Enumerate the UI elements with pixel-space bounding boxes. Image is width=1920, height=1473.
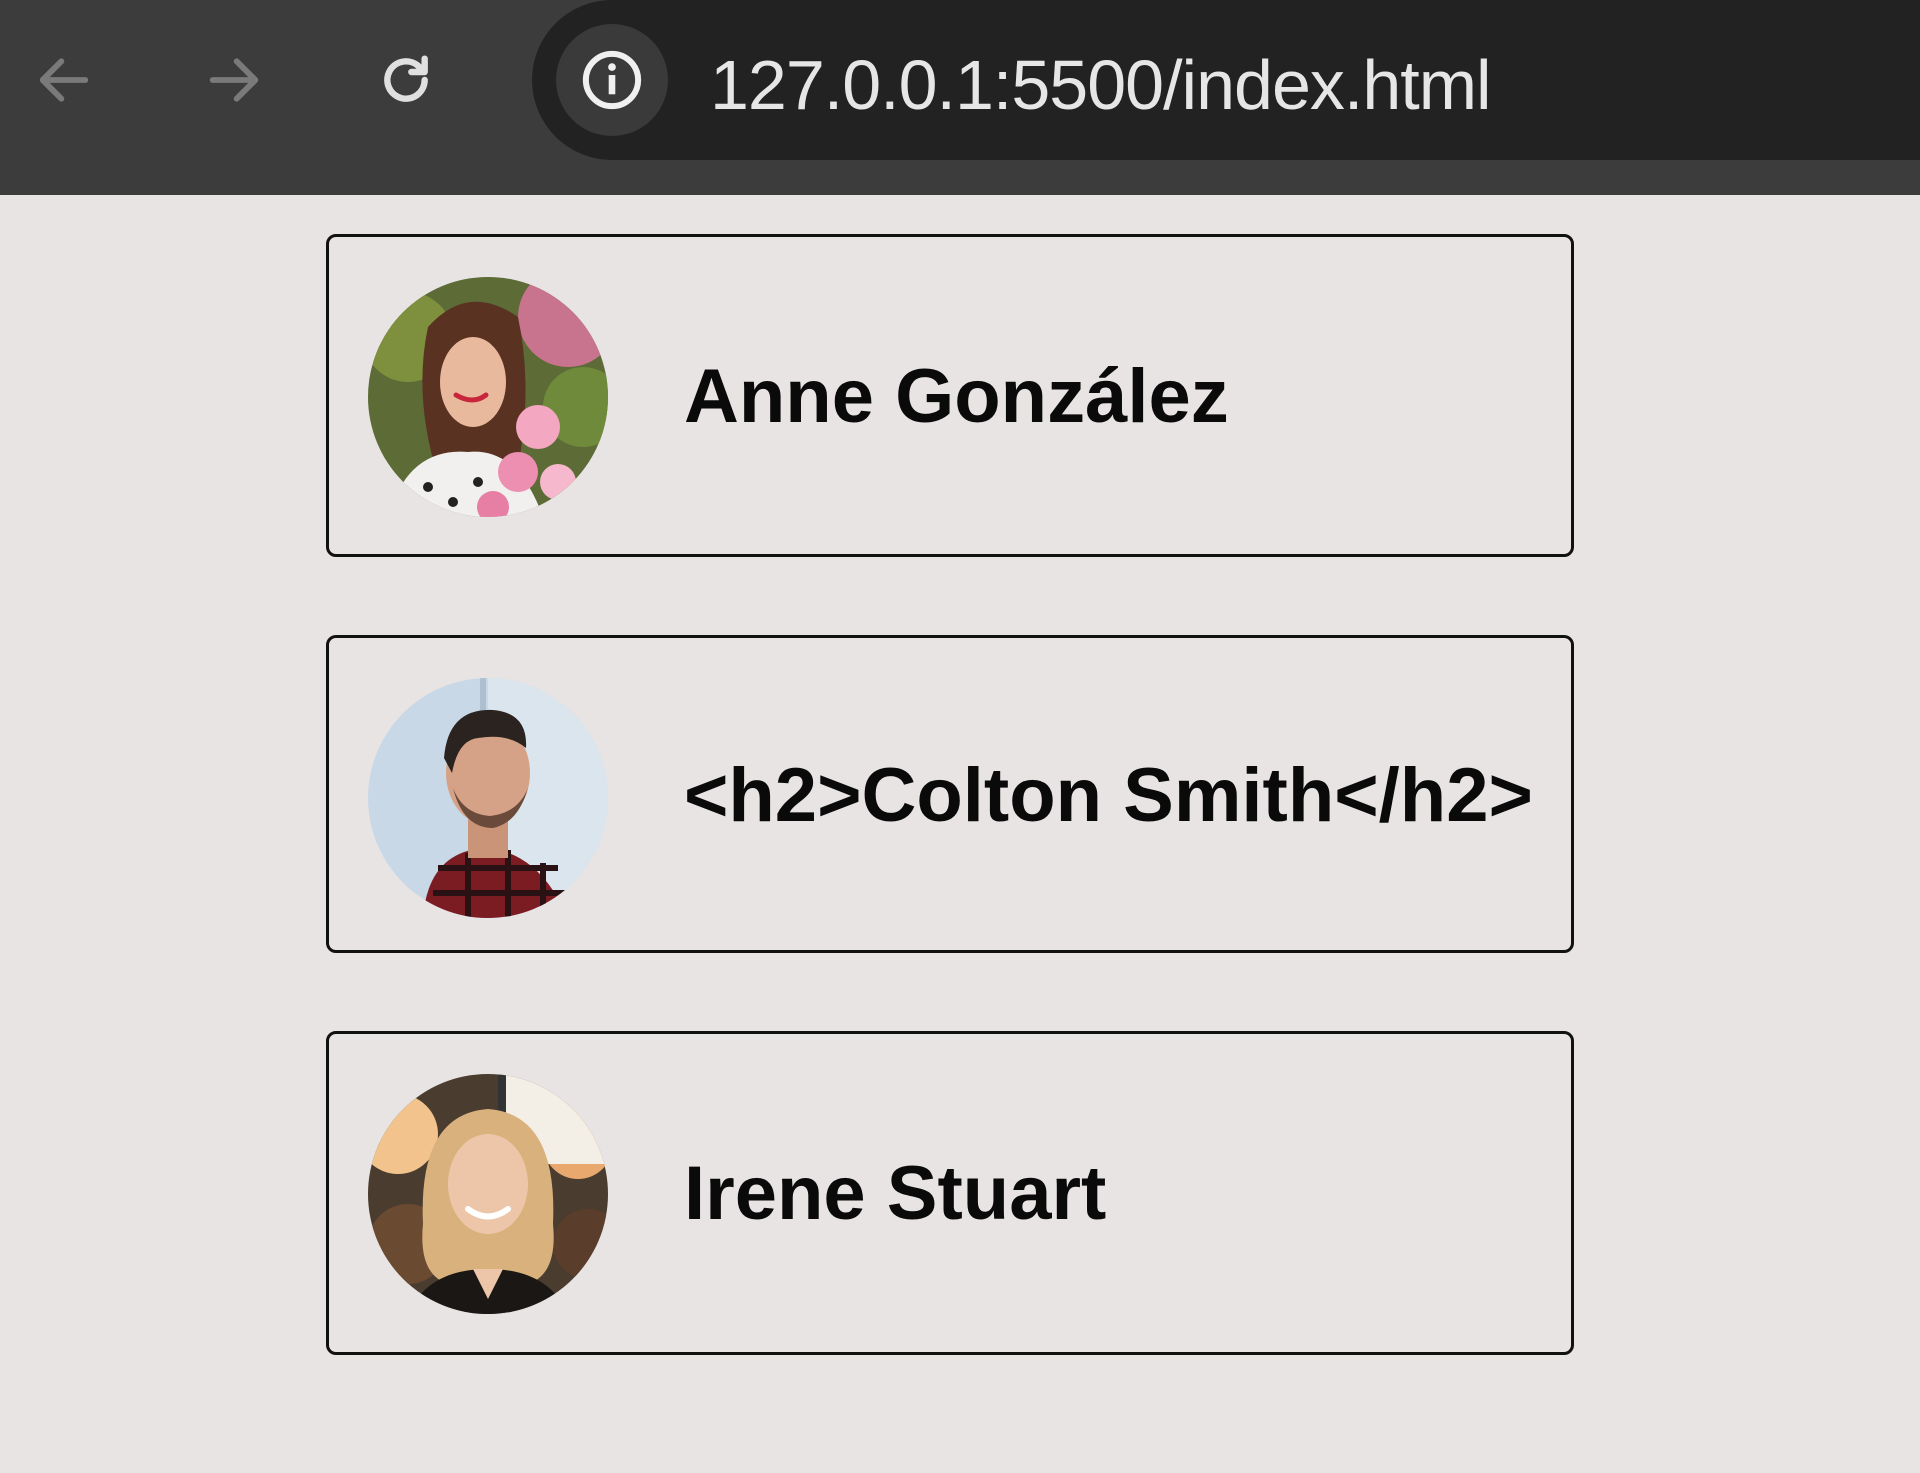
reload-icon (384, 55, 428, 102)
card-name: Irene Stuart (684, 1151, 1107, 1236)
avatar-photo-woman-flowers (368, 277, 608, 517)
arrow-left-icon (39, 58, 89, 102)
reload-button[interactable] (366, 40, 446, 120)
arrow-right-icon (209, 58, 259, 102)
info-icon (582, 50, 642, 110)
url-text[interactable]: 127.0.0.1:5500/index.html (710, 40, 1492, 130)
address-bar[interactable]: 127.0.0.1:5500/index.html (532, 0, 1920, 160)
profile-card: Anne González (326, 234, 1574, 557)
profile-card: <h2>Colton Smith</h2> (326, 635, 1574, 953)
browser-toolbar: 127.0.0.1:5500/index.html (0, 0, 1920, 195)
profile-card: Irene Stuart (326, 1031, 1574, 1355)
avatar-photo-woman-blonde (368, 1074, 608, 1314)
avatar (368, 277, 608, 517)
site-info-button[interactable] (556, 24, 668, 136)
avatar (368, 678, 608, 918)
forward-button[interactable] (194, 40, 274, 120)
avatar-photo-man-plaid-shirt (368, 678, 608, 918)
card-name: <h2>Colton Smith</h2> (684, 753, 1533, 838)
back-button[interactable] (24, 40, 104, 120)
card-name: Anne González (684, 354, 1229, 439)
avatar (368, 1074, 608, 1314)
